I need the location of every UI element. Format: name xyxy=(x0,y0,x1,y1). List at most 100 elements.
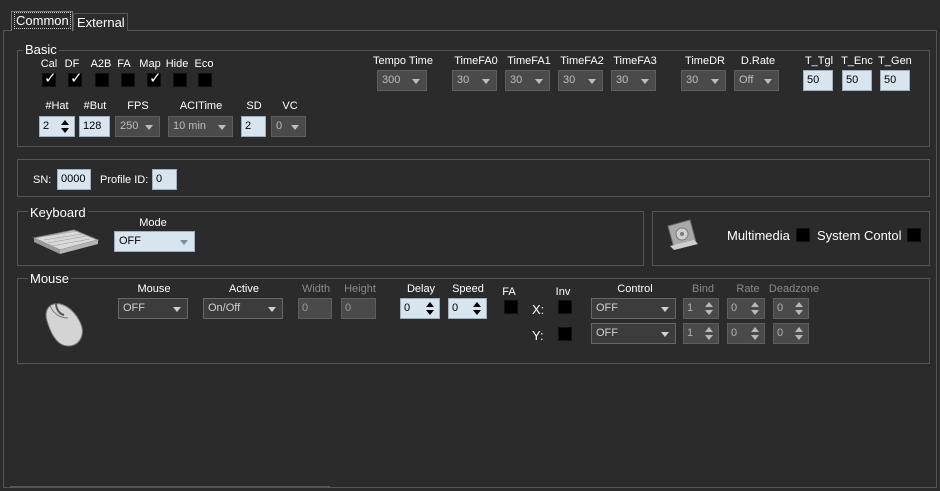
t-gen-field[interactable]: 50 xyxy=(880,70,910,91)
chevron-down-icon xyxy=(661,332,669,337)
acitime-select[interactable]: 10 min xyxy=(168,116,233,137)
vc-label: VC xyxy=(282,100,298,112)
sd-field[interactable]: 2 xyxy=(241,116,266,137)
y-axis-label: Y: xyxy=(532,328,544,343)
speed-stepper[interactable]: 0 xyxy=(448,298,487,319)
timefa0-value: 30 xyxy=(457,74,470,86)
a2b-checkbox[interactable] xyxy=(95,73,109,87)
arrow-down-icon[interactable] xyxy=(795,335,803,340)
arrow-up-icon[interactable] xyxy=(795,327,803,332)
hide-label: Hide xyxy=(165,58,189,70)
height-field[interactable]: 0 xyxy=(341,298,376,319)
sn-label: SN: xyxy=(33,174,52,186)
arrow-down-icon[interactable] xyxy=(751,310,759,315)
timefa0-label: TimeFA0 xyxy=(454,55,498,67)
timefa1-value: 30 xyxy=(510,74,523,86)
hide-checkbox[interactable] xyxy=(173,73,187,87)
multimedia-checkbox[interactable] xyxy=(796,228,810,242)
sn-field[interactable]: 0000 xyxy=(57,169,91,190)
fa-checkbox[interactable] xyxy=(121,73,135,87)
delay-stepper[interactable]: 0 xyxy=(400,298,440,319)
bind-x-stepper[interactable]: 1 xyxy=(683,298,719,319)
inv-label: Inv xyxy=(555,286,571,298)
control-y-select[interactable]: OFF xyxy=(591,323,676,344)
t-tgl-field[interactable]: 50 xyxy=(803,70,833,91)
control-x-value: OFF xyxy=(596,302,618,314)
arrow-up-icon[interactable] xyxy=(751,327,759,332)
hat-label: #Hat xyxy=(45,100,69,112)
arrow-up-icon[interactable] xyxy=(426,302,434,307)
chevron-down-icon xyxy=(173,307,181,312)
timefa0-select[interactable]: 30 xyxy=(452,70,497,91)
tab-external[interactable]: External xyxy=(73,13,128,31)
map-checkbox[interactable]: ✓ xyxy=(147,70,162,87)
chevron-down-icon xyxy=(535,79,543,84)
but-field[interactable]: 128 xyxy=(79,116,110,137)
vc-select[interactable]: 0 xyxy=(271,116,306,137)
df-checkbox[interactable]: ✓ xyxy=(68,70,83,87)
arrow-up-icon[interactable] xyxy=(705,302,713,307)
arrow-down-icon[interactable] xyxy=(795,310,803,315)
arrow-up-icon[interactable] xyxy=(795,302,803,307)
rate-x-stepper[interactable]: 0 xyxy=(727,298,765,319)
keyboard-mode-select[interactable]: OFF xyxy=(114,231,195,252)
timefa3-select[interactable]: 30 xyxy=(611,70,656,91)
arrow-up-icon[interactable] xyxy=(751,302,759,307)
hat-stepper[interactable]: 2 xyxy=(39,116,75,137)
check-icon: ✓ xyxy=(70,70,83,87)
tempo-time-select[interactable]: 300 xyxy=(377,70,427,91)
deadzone-x-stepper[interactable]: 0 xyxy=(773,298,809,319)
arrow-down-icon[interactable] xyxy=(751,335,759,340)
mouse-mode-select[interactable]: OFF xyxy=(118,298,188,319)
arrow-down-icon[interactable] xyxy=(473,310,481,315)
deadzone-label: Deadzone xyxy=(768,283,820,295)
arrow-up-icon[interactable] xyxy=(473,302,481,307)
tab-common[interactable]: Common xyxy=(11,11,73,31)
inv-x-checkbox[interactable] xyxy=(558,300,572,314)
arrow-up-icon[interactable] xyxy=(705,327,713,332)
arrow-down-icon[interactable] xyxy=(426,310,434,315)
height-label: Height xyxy=(344,283,376,295)
hat-value: 2 xyxy=(43,120,50,132)
t-enc-field[interactable]: 50 xyxy=(842,70,872,91)
active-select[interactable]: On/Off xyxy=(203,298,283,319)
check-icon: ✓ xyxy=(149,70,162,87)
eco-checkbox[interactable] xyxy=(198,73,212,87)
timedr-select[interactable]: 30 xyxy=(681,70,726,91)
control-x-select[interactable]: OFF xyxy=(591,298,676,319)
rate-y-stepper[interactable]: 0 xyxy=(727,323,765,344)
fa-mouse-checkbox[interactable] xyxy=(504,300,518,314)
chevron-down-icon xyxy=(641,79,649,84)
deadzone-x-value: 0 xyxy=(777,302,784,314)
arrow-down-icon[interactable] xyxy=(705,310,713,315)
acitime-label: ACITime xyxy=(179,100,223,112)
cal-checkbox[interactable]: ✓ xyxy=(42,71,57,87)
fps-label: FPS xyxy=(127,100,149,112)
rate-y-value: 0 xyxy=(731,327,738,339)
arrow-down-icon[interactable] xyxy=(705,335,713,340)
fps-select[interactable]: 250 xyxy=(115,116,160,137)
x-axis-label: X: xyxy=(532,302,545,317)
active-label: Active xyxy=(229,283,259,295)
timefa2-select[interactable]: 30 xyxy=(558,70,603,91)
chevron-down-icon xyxy=(180,240,188,245)
profile-id-field[interactable]: 0 xyxy=(152,169,177,190)
chevron-down-icon xyxy=(218,125,226,130)
chevron-down-icon xyxy=(661,307,669,312)
deadzone-y-stepper[interactable]: 0 xyxy=(773,323,809,344)
map-label: Map xyxy=(139,58,161,70)
sd-label: SD xyxy=(246,100,262,112)
rate-label: Rate xyxy=(736,283,760,295)
inv-y-checkbox[interactable] xyxy=(558,327,572,341)
timefa3-value: 30 xyxy=(616,74,629,86)
arrow-up-icon[interactable] xyxy=(61,120,69,125)
width-field[interactable]: 0 xyxy=(298,298,332,319)
system-control-checkbox[interactable] xyxy=(907,228,921,242)
bind-y-stepper[interactable]: 1 xyxy=(683,323,719,344)
arrow-down-icon[interactable] xyxy=(61,128,69,133)
timefa1-select[interactable]: 30 xyxy=(505,70,550,91)
cal-label: Cal xyxy=(40,58,58,70)
chevron-down-icon xyxy=(764,79,772,84)
basic-title: Basic xyxy=(23,42,59,57)
drate-select[interactable]: Off xyxy=(734,70,779,91)
